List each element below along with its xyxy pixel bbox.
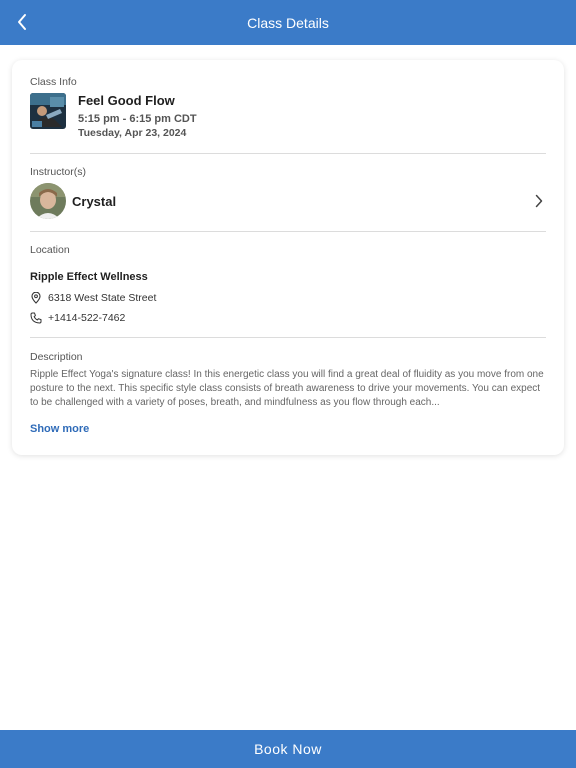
page-title: Class Details	[247, 14, 329, 31]
book-now-button[interactable]: Book Now	[0, 730, 576, 768]
phone-text[interactable]: +1414-522-7462	[48, 312, 125, 324]
map-pin-icon	[30, 292, 42, 304]
address-text: 6318 West State Street	[48, 292, 157, 304]
location-name: Ripple Effect Wellness	[30, 271, 148, 283]
class-name: Feel Good Flow	[78, 93, 175, 108]
divider	[30, 231, 546, 232]
instructor-name: Crystal	[72, 193, 117, 209]
divider	[30, 153, 546, 154]
show-more-link[interactable]: Show more	[30, 423, 89, 435]
class-date: Tuesday, Apr 23, 2024	[78, 127, 187, 139]
avatar	[30, 183, 66, 219]
chevron-right-icon	[532, 194, 546, 208]
description-text: Ripple Effect Yoga's signature class! In…	[30, 369, 544, 408]
description-label: Description	[30, 351, 83, 363]
phone-line[interactable]: +1414-522-7462	[30, 312, 125, 324]
back-button[interactable]	[6, 6, 38, 38]
class-thumbnail	[30, 93, 66, 129]
header-bar: Class Details	[0, 0, 576, 45]
divider	[30, 337, 546, 338]
class-time: 5:15 pm - 6:15 pm CDT	[78, 113, 197, 125]
instructors-label: Instructor(s)	[30, 166, 87, 178]
location-label: Location	[30, 244, 70, 256]
phone-icon	[30, 312, 42, 324]
instructor-row[interactable]: Crystal	[30, 182, 546, 220]
chevron-left-icon	[18, 14, 26, 30]
class-details-card: Class Info Feel Good Flow 5:15 pm - 6:15…	[12, 60, 564, 455]
address-line: 6318 West State Street	[30, 292, 156, 304]
class-info-label: Class Info	[30, 76, 77, 88]
